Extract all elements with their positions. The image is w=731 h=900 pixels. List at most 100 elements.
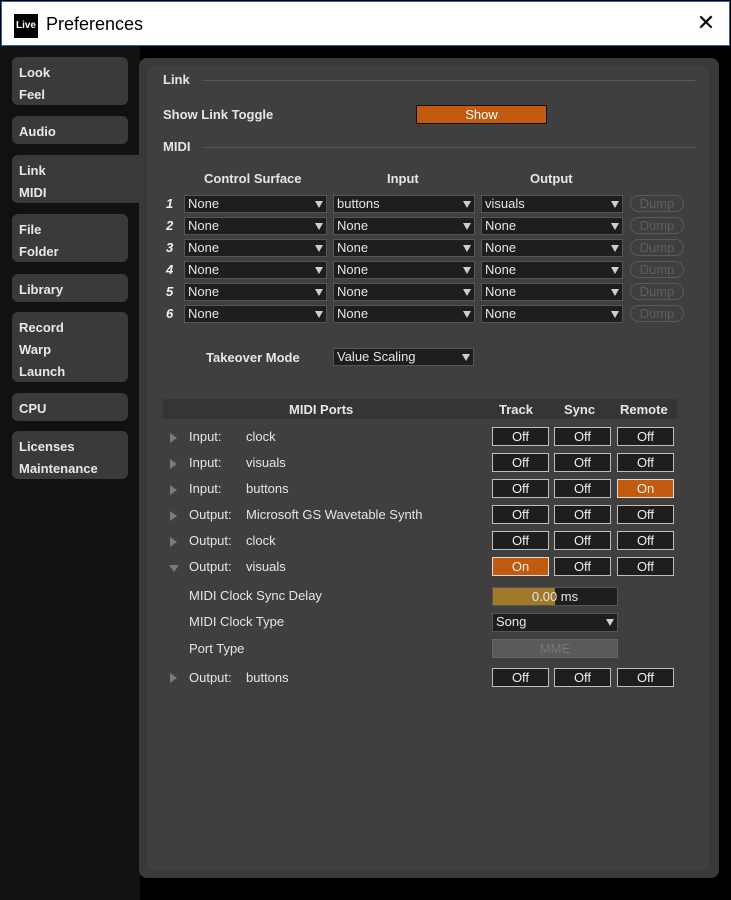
remote-toggle[interactable]: Off <box>617 427 674 446</box>
track-toggle[interactable]: Off <box>492 668 549 687</box>
tab-label: Licenses <box>19 439 75 454</box>
output-value: None <box>485 262 517 277</box>
input-select[interactable]: None <box>333 261 475 279</box>
port-kind: Input: <box>189 429 222 444</box>
remote-toggle[interactable]: Off <box>617 531 674 550</box>
tab-label: Link <box>19 163 46 178</box>
collapse-arrow-icon[interactable] <box>169 565 179 572</box>
settings-panel-inner: Link Show Link Toggle Show MIDI Control … <box>147 66 709 871</box>
chevron-down-icon <box>606 619 614 626</box>
dump-button: Dump <box>630 195 684 212</box>
sync-delay-slider[interactable]: 0.00 ms <box>492 587 618 606</box>
track-toggle[interactable]: Off <box>492 453 549 472</box>
control-surface-select[interactable]: None <box>184 217 327 235</box>
chevron-down-icon <box>611 201 619 208</box>
tab-file-folder[interactable]: File Folder <box>12 214 128 262</box>
chevron-down-icon <box>611 311 619 318</box>
track-toggle[interactable]: Off <box>492 505 549 524</box>
tab-label: Look <box>19 65 51 80</box>
sync-toggle[interactable]: Off <box>554 531 611 550</box>
takeover-mode-value: Value Scaling <box>337 349 416 364</box>
sync-toggle[interactable]: Off <box>554 479 611 498</box>
output-value: None <box>485 218 517 233</box>
output-select[interactable]: None <box>481 305 623 323</box>
input-select[interactable]: None <box>333 305 475 323</box>
sync-toggle[interactable]: Off <box>554 505 611 524</box>
remote-toggle[interactable]: Off <box>617 668 674 687</box>
control-surface-select[interactable]: None <box>184 305 327 323</box>
remote-toggle[interactable]: Off <box>617 557 674 576</box>
input-header: Input <box>387 171 419 186</box>
row-number: 5 <box>166 284 174 299</box>
track-header: Track <box>499 402 533 417</box>
output-select[interactable]: None <box>481 283 623 301</box>
show-link-toggle-button[interactable]: Show <box>416 105 547 124</box>
input-value: None <box>337 240 369 255</box>
input-select[interactable]: None <box>333 239 475 257</box>
output-select[interactable]: visuals <box>481 195 623 213</box>
port-type-value: MME <box>492 639 618 658</box>
control-surface-select[interactable]: None <box>184 239 327 257</box>
tab-audio[interactable]: Audio <box>12 116 128 144</box>
remote-toggle[interactable]: Off <box>617 453 674 472</box>
tab-link-midi[interactable]: Link MIDI <box>12 155 142 203</box>
chevron-down-icon <box>463 223 471 230</box>
tab-label: Folder <box>19 244 59 259</box>
dump-button: Dump <box>630 305 684 322</box>
midi-ports-header <box>163 399 677 419</box>
output-value: None <box>485 306 517 321</box>
chevron-down-icon <box>611 289 619 296</box>
output-select[interactable]: None <box>481 217 623 235</box>
input-select[interactable]: None <box>333 283 475 301</box>
remote-toggle[interactable]: On <box>617 479 674 498</box>
track-toggle[interactable]: On <box>492 557 549 576</box>
control-surface-select[interactable]: None <box>184 283 327 301</box>
tab-cpu[interactable]: CPU <box>12 393 128 421</box>
track-toggle[interactable]: Off <box>492 427 549 446</box>
expand-arrow-icon[interactable] <box>170 459 177 469</box>
tab-library[interactable]: Library <box>12 274 128 302</box>
input-value: None <box>337 262 369 277</box>
takeover-mode-label: Takeover Mode <box>206 350 300 365</box>
control-surface-header: Control Surface <box>204 171 302 186</box>
takeover-mode-select[interactable]: Value Scaling <box>333 348 474 366</box>
tab-label: MIDI <box>19 185 47 200</box>
track-toggle[interactable]: Off <box>492 479 549 498</box>
close-icon[interactable]: ✕ <box>693 10 719 36</box>
port-name: clock <box>246 533 276 548</box>
control-surface-value: None <box>188 284 220 299</box>
control-surface-select[interactable]: None <box>184 261 327 279</box>
remote-toggle[interactable]: Off <box>617 505 674 524</box>
port-name: clock <box>246 429 276 444</box>
sync-toggle[interactable]: Off <box>554 668 611 687</box>
input-select[interactable]: None <box>333 217 475 235</box>
row-number: 3 <box>166 240 174 255</box>
output-select[interactable]: None <box>481 239 623 257</box>
dump-button: Dump <box>630 239 684 256</box>
chevron-down-icon <box>463 311 471 318</box>
tab-record-warp-launch[interactable]: Record Warp Launch <box>12 312 128 382</box>
chevron-down-icon <box>315 223 323 230</box>
divider <box>203 147 695 148</box>
clock-type-select[interactable]: Song <box>492 613 618 632</box>
expand-arrow-icon[interactable] <box>170 485 177 495</box>
port-kind: Output: <box>189 533 232 548</box>
tab-label: CPU <box>19 401 47 416</box>
expand-arrow-icon[interactable] <box>170 673 177 683</box>
sync-toggle[interactable]: Off <box>554 453 611 472</box>
output-select[interactable]: None <box>481 261 623 279</box>
track-toggle[interactable]: Off <box>492 531 549 550</box>
expand-arrow-icon[interactable] <box>170 537 177 547</box>
dump-button: Dump <box>630 217 684 234</box>
control-surface-select[interactable]: None <box>184 195 327 213</box>
tab-licenses-maintenance[interactable]: Licenses Maintenance <box>12 431 128 479</box>
port-name: Microsoft GS Wavetable Synth <box>246 507 423 522</box>
sync-toggle[interactable]: Off <box>554 427 611 446</box>
input-select[interactable]: buttons <box>333 195 475 213</box>
expand-arrow-icon[interactable] <box>170 511 177 521</box>
expand-arrow-icon[interactable] <box>170 433 177 443</box>
output-value: None <box>485 284 517 299</box>
chevron-down-icon <box>463 245 471 252</box>
tab-look-feel[interactable]: Look Feel <box>12 57 128 105</box>
sync-toggle[interactable]: Off <box>554 557 611 576</box>
